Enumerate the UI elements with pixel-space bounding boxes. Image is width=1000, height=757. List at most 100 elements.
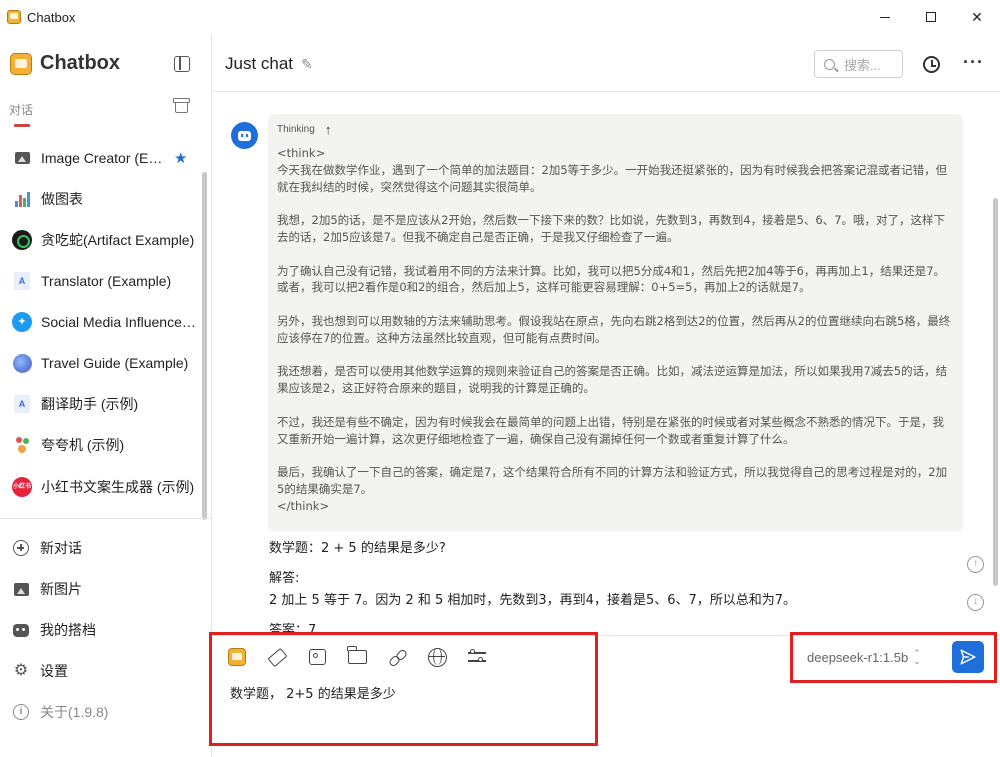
answer-final: 答案：7 [269,623,317,635]
chat-title: Just chat [225,54,294,73]
conversation-item-travel-guide[interactable]: Travel Guide (Example) [0,343,200,383]
conversation-item-translate-assistant[interactable]: A 翻译助手 (示例) [0,384,200,424]
conversation-list[interactable]: Image Creator (Example) ★ 做图表 贪吃蛇(Artifa… [0,118,212,518]
sliders-icon [468,649,486,665]
search-icon [824,58,835,70]
archive-icon[interactable] [173,98,190,113]
conversation-item-snake[interactable]: 贪吃蛇(Artifact Example) [0,220,200,260]
conversation-label: 贪吃蛇(Artifact Example) [41,232,195,248]
star-icon[interactable]: ★ [174,149,187,167]
sidebar-scrollbar[interactable] [202,172,207,520]
close-icon: ✕ [971,8,983,25]
search-input[interactable]: 搜索... [814,50,903,78]
conversation-label: Translator (Example) [41,273,172,289]
menu-label: 新对话 [40,540,82,556]
sidebar: Chatbox 对话 Image Creator (Example) ★ 做图表… [0,34,212,757]
message-scrollbar[interactable] [993,198,998,586]
conversation-item-image-creator[interactable]: Image Creator (Example) ★ [0,138,200,178]
about-button[interactable]: i 关于(1.9.8) [0,694,212,730]
chart-icon [12,189,32,209]
updown-chevron-icon: ⌃ ⌄ [913,648,921,666]
menu-label: 新图片 [40,581,82,597]
menu-label: 我的搭档 [40,622,96,638]
web-search-button[interactable] [426,646,448,668]
folder-icon [346,646,367,664]
collapse-arrow-icon[interactable]: ↑ [325,122,332,137]
scroll-up-icon[interactable]: ↑ [967,556,984,573]
brand-name: Chatbox [40,52,120,74]
bot-avatar-icon [231,122,258,149]
attach-file-button[interactable] [346,646,368,668]
collapse-sidebar-icon[interactable] [174,56,190,72]
globe-icon [12,353,32,373]
info-icon: i [12,703,30,721]
thinking-label: Thinking [277,123,315,135]
conversation-label: Image Creator (Example) [41,150,165,166]
link-icon [388,648,407,667]
window-title: Chatbox [27,9,76,25]
menu-label: 关于(1.9.8) [40,704,109,720]
cut-off-item-icon [14,124,30,127]
boast-icon [12,435,32,455]
new-image-button[interactable]: 新图片 [0,571,212,607]
conversation-label: Travel Guide (Example) [41,355,189,371]
pencil-icon[interactable]: ✎ [301,56,313,73]
conversation-label: 翻译助手 (示例) [41,396,139,412]
minimize-button[interactable] [862,0,908,34]
conversation-label: Social Media Influencer (Example) [41,314,200,330]
divider [0,518,212,519]
chatbox-copilot-button[interactable] [226,646,248,668]
conversation-label: 做图表 [41,191,83,207]
app-icon [7,10,21,24]
message-area: Thinking ↑ <think> 今天我在做数学作业，遇到了一个简单的加法题… [213,92,1000,635]
send-button[interactable] [952,641,984,673]
conversation-item-social-media[interactable]: ✦ Social Media Influencer (Example) [0,302,200,342]
conversation-item-boast[interactable]: 夸夸机 (示例) [0,425,200,465]
send-icon [960,649,976,665]
my-copilots-button[interactable]: 我的搭档 [0,612,212,648]
twitter-icon: ✦ [12,312,32,332]
image-icon [12,148,32,168]
chat-settings-button[interactable] [466,646,488,668]
conversation-label: 夸夸机 (示例) [41,437,125,453]
more-icon[interactable]: ··· [963,52,984,73]
message-input[interactable]: 数学题， 2+5 的结果是多少 [230,683,396,702]
input-area: 数学题， 2+5 的结果是多少 deepseek-r1:1.5b ⌃ ⌄ [213,635,1000,757]
chat-header: Just chat ✎ 搜索... ··· [213,34,1000,92]
conversation-label: 小红书文案生成器 (示例) [41,479,195,495]
answer-body: 2 加上 5 等于 7。因为 2 和 5 相加时，先数到3，再到4，接着是5、6… [269,593,797,608]
conversation-item-xiaohongshu[interactable]: 小红书 小红书文案生成器 (示例) [0,467,200,507]
eraser-icon [266,647,288,667]
assistant-answer: 数学题：2 + 5 的结果是多少? 解答: 2 加上 5 等于 7。因为 2 和… [269,538,959,635]
attach-image-button[interactable] [306,646,328,668]
plus-circle-icon [12,539,30,557]
translate-icon: A [12,394,32,414]
attach-link-button[interactable] [386,646,408,668]
scroll-down-icon[interactable]: ↓ [967,594,984,611]
new-chat-button[interactable]: 新对话 [0,530,212,566]
image-icon [308,649,326,665]
chatbox-logo-icon [10,52,32,75]
conversation-item-translator[interactable]: A Translator (Example) [0,261,200,301]
model-select[interactable]: deepseek-r1:1.5b ⌃ ⌄ [807,648,921,666]
globe-icon [427,647,447,667]
close-button[interactable]: ✕ [954,0,1000,34]
section-label: 对话 [9,103,34,117]
thinking-text: <think> 今天我在做数学作业，遇到了一个简单的加法题目：2加5等于多少。一… [277,146,951,513]
thinking-block: Thinking ↑ <think> 今天我在做数学作业，遇到了一个简单的加法题… [268,114,963,531]
minimize-icon [880,16,890,18]
search-placeholder: 搜索... [844,57,881,73]
maximize-button[interactable] [908,0,954,34]
history-icon[interactable] [923,56,940,73]
conversation-item-chart[interactable]: 做图表 [0,179,200,219]
settings-button[interactable]: ⚙ 设置 [0,653,212,689]
maximize-icon [926,12,936,22]
answer-label: 解答: [269,571,300,586]
gear-icon: ⚙ [13,662,29,679]
thinking-header[interactable]: Thinking ↑ [277,122,954,137]
clear-context-button[interactable] [266,646,288,668]
menu-label: 设置 [40,663,68,679]
xiaohongshu-icon: 小红书 [12,477,32,497]
title-bar: Chatbox [0,0,1000,34]
translate-icon: A [12,271,32,291]
